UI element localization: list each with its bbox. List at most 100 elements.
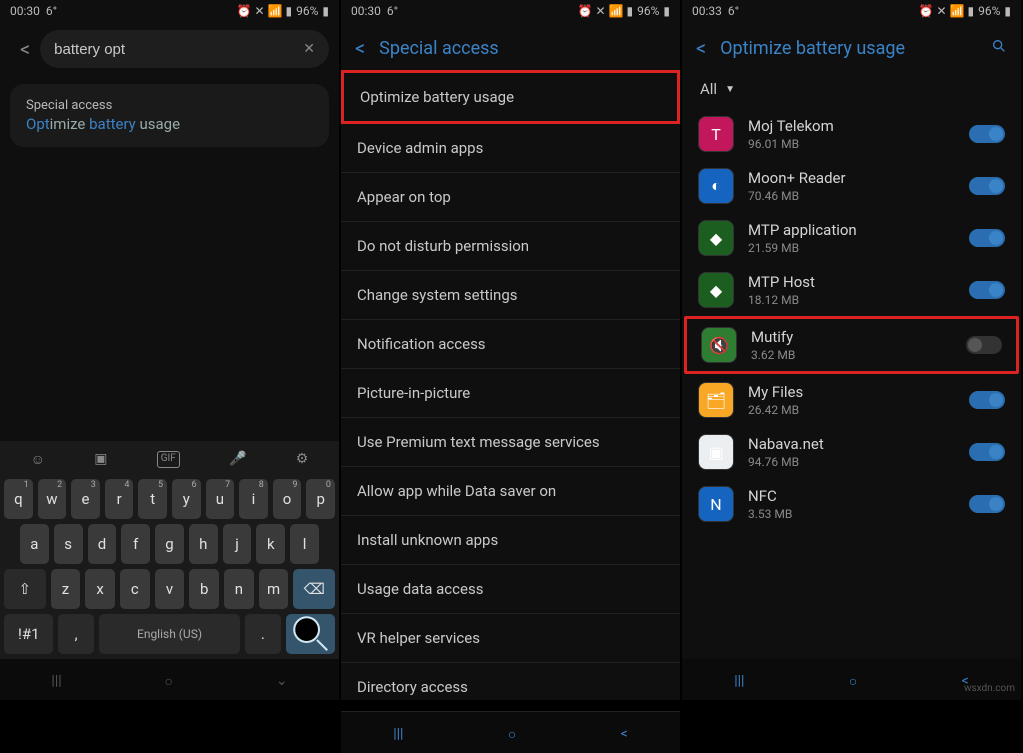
menu-item[interactable]: Use Premium text message services [341, 418, 680, 467]
menu-item[interactable]: Usage data access [341, 565, 680, 614]
key-p[interactable]: p0 [306, 479, 335, 519]
toggle-switch[interactable] [969, 495, 1005, 513]
nav-home-icon[interactable]: ○ [165, 673, 173, 690]
back-icon[interactable]: < [355, 36, 365, 60]
menu-item[interactable]: Change system settings [341, 271, 680, 320]
keyboard[interactable]: ☺ ▣ GIF 🎤 ⚙ q1 w2 e3 r4 t5 y6 u7 i8 o9 p… [0, 441, 339, 659]
app-size: 96.01 MB [748, 137, 955, 151]
key-symbols[interactable]: !#1 [4, 614, 53, 654]
key-comma[interactable]: , [58, 614, 93, 654]
app-row[interactable]: ◐ Moon+ Reader 70.46 MB [684, 160, 1019, 212]
key-m[interactable]: m [259, 569, 289, 609]
app-row[interactable]: T Moj Telekom 96.01 MB [684, 108, 1019, 160]
key-w[interactable]: w2 [38, 479, 67, 519]
key-a[interactable]: a [20, 524, 49, 564]
menu-item[interactable]: Appear on top [341, 173, 680, 222]
nav-home-icon[interactable]: ○ [508, 726, 516, 743]
app-icon: ◐ [698, 168, 734, 204]
filter-dropdown[interactable]: All ▼ [682, 70, 1021, 108]
key-period[interactable]: . [245, 614, 280, 654]
key-d[interactable]: d [88, 524, 117, 564]
toggle-switch[interactable] [966, 336, 1002, 354]
gif-icon[interactable]: GIF [157, 451, 180, 468]
key-o[interactable]: o9 [273, 479, 302, 519]
key-g[interactable]: g [155, 524, 184, 564]
key-k[interactable]: k [256, 524, 285, 564]
app-size: 26.42 MB [748, 403, 955, 417]
menu-item[interactable]: Directory access [341, 663, 680, 712]
nav-back-icon[interactable]: < [621, 726, 628, 743]
toggle-switch[interactable] [969, 443, 1005, 461]
back-icon[interactable]: < [10, 37, 40, 61]
toggle-switch[interactable] [969, 391, 1005, 409]
status-right: ⏰ ✕ 📶 ▮ 96% ▮ [919, 4, 1011, 18]
key-backspace[interactable]: ⌫ [293, 569, 335, 609]
key-x[interactable]: x [85, 569, 115, 609]
key-t[interactable]: t5 [138, 479, 167, 519]
menu-item[interactable]: Device admin apps [341, 124, 680, 173]
app-row[interactable]: ▣ Nabava.net 94.76 MB [684, 426, 1019, 478]
nav-home-icon[interactable]: ○ [849, 673, 857, 690]
nav-recents-icon[interactable]: ||| [734, 673, 744, 690]
key-r[interactable]: r4 [105, 479, 134, 519]
key-shift[interactable]: ⇧ [4, 569, 46, 609]
key-u[interactable]: u7 [206, 479, 235, 519]
nav-bar[interactable]: ||| ○ ⌄ [0, 659, 339, 700]
app-name: NFC [748, 487, 955, 505]
app-icon: ▣ [698, 434, 734, 470]
search-icon[interactable] [991, 38, 1007, 58]
emoji-icon[interactable]: ☺ [31, 451, 45, 468]
key-c[interactable]: c [120, 569, 150, 609]
menu-item[interactable]: Allow app while Data saver on [341, 467, 680, 516]
key-n[interactable]: n [224, 569, 254, 609]
mic-icon[interactable]: 🎤 [229, 451, 246, 468]
menu-item[interactable]: Picture-in-picture [341, 369, 680, 418]
key-b[interactable]: b [189, 569, 219, 609]
back-icon[interactable]: < [696, 36, 706, 60]
nav-recents-icon[interactable]: ||| [393, 726, 403, 743]
toggle-switch[interactable] [969, 281, 1005, 299]
key-e[interactable]: e3 [71, 479, 100, 519]
key-y[interactable]: y6 [172, 479, 201, 519]
toggle-switch[interactable] [969, 177, 1005, 195]
app-row[interactable]: 🔇 Mutify 3.62 MB [684, 316, 1019, 374]
nav-bar[interactable]: ||| ○ < [341, 712, 680, 753]
app-text: NFC 3.53 MB [748, 487, 955, 521]
menu-item[interactable]: Install unknown apps [341, 516, 680, 565]
search-pill[interactable]: ✕ [40, 30, 329, 68]
app-name: MTP Host [748, 273, 955, 291]
key-h[interactable]: h [189, 524, 218, 564]
menu-item[interactable]: Do not disturb permission [341, 222, 680, 271]
result-category: Special access [26, 98, 313, 113]
phone-search: 00:30 6° ⏰ ✕ 📶 ▮ 96% ▮ < ✕ Special acces… [0, 0, 341, 700]
menu-item[interactable]: Optimize battery usage [341, 70, 680, 124]
clear-icon[interactable]: ✕ [303, 41, 315, 57]
search-input[interactable] [54, 41, 303, 58]
menu-item[interactable]: Notification access [341, 320, 680, 369]
nav-back-icon[interactable]: ⌄ [276, 673, 288, 690]
nav-recents-icon[interactable]: ||| [51, 673, 61, 690]
search-result[interactable]: Special access Optimize battery usage [10, 84, 329, 147]
key-l[interactable]: l [290, 524, 319, 564]
menu-item[interactable]: VR helper services [341, 614, 680, 663]
key-q[interactable]: q1 [4, 479, 33, 519]
sticker-icon[interactable]: ▣ [94, 451, 107, 468]
toggle-switch[interactable] [969, 125, 1005, 143]
toggle-switch[interactable] [969, 229, 1005, 247]
statusbar: 00:33 6° ⏰ ✕ 📶 ▮ 96% ▮ [682, 0, 1021, 22]
key-s[interactable]: s [54, 524, 83, 564]
key-i[interactable]: i8 [239, 479, 268, 519]
key-z[interactable]: z [51, 569, 81, 609]
app-row[interactable]: ◆ MTP application 21.59 MB [684, 212, 1019, 264]
app-name: My Files [748, 383, 955, 401]
key-j[interactable]: j [223, 524, 252, 564]
settings-icon[interactable]: ⚙ [296, 451, 309, 468]
app-row[interactable]: ◆ MTP Host 18.12 MB [684, 264, 1019, 316]
app-row[interactable]: 🗂 My Files 26.42 MB [684, 374, 1019, 426]
app-icon: N [698, 486, 734, 522]
key-space[interactable]: English (US) [99, 614, 240, 654]
key-search[interactable] [286, 614, 335, 654]
app-row[interactable]: N NFC 3.53 MB [684, 478, 1019, 530]
key-v[interactable]: v [155, 569, 185, 609]
key-f[interactable]: f [121, 524, 150, 564]
